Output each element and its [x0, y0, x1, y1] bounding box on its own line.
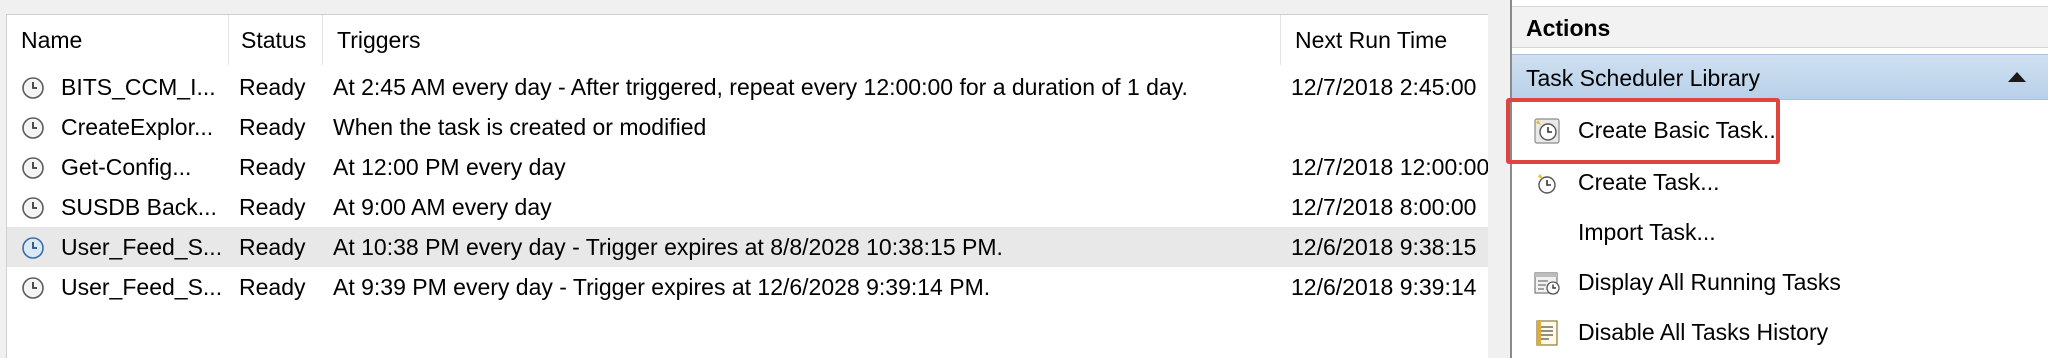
task-triggers: At 12:00 PM every day — [333, 154, 566, 180]
task-row[interactable]: BITS_CCM_I... Ready At 2:45 AM every day… — [7, 67, 1489, 107]
task-name: BITS_CCM_I... — [61, 74, 216, 100]
task-next-run-time: 12/7/2018 8:00:00 — [1291, 194, 1477, 220]
action-label: Create Task... — [1578, 169, 1720, 195]
task-triggers: When the task is created or modified — [333, 114, 707, 140]
column-header-next-run-time[interactable]: Next Run Time — [1281, 15, 1489, 65]
actions-header: Actions — [1512, 6, 2048, 48]
running-tasks-icon — [1534, 272, 1560, 295]
actions-pane: Actions Task Scheduler Library Create Ba… — [1510, 0, 2048, 358]
column-header-triggers[interactable]: Triggers — [323, 15, 1281, 65]
task-row[interactable]: User_Feed_S... Ready At 9:39 PM every da… — [7, 267, 1489, 307]
task-row-selected[interactable]: User_Feed_S... Ready At 10:38 PM every d… — [7, 227, 1489, 267]
task-next-run-time: 12/6/2018 9:39:14 — [1291, 274, 1477, 300]
task-name: CreateExplor... — [61, 114, 214, 140]
task-row[interactable]: SUSDB Back... Ready At 9:00 AM every day… — [7, 187, 1489, 227]
task-scheduler-window: Name Status Triggers Next Run Time BITS_… — [0, 0, 2048, 358]
task-status: Ready — [239, 194, 306, 220]
action-create-basic-task[interactable]: Create Basic Task... — [1512, 108, 2048, 152]
history-icon — [1536, 320, 1558, 346]
section-title: Task Scheduler Library — [1526, 65, 1760, 91]
task-next-run-time — [1291, 107, 1489, 147]
action-label: Display All Running Tasks — [1578, 269, 1841, 295]
action-create-task[interactable]: Create Task... — [1512, 160, 2048, 204]
action-label: Disable All Tasks History — [1578, 319, 1829, 345]
task-name: User_Feed_S... — [61, 274, 223, 300]
create-task-icon — [1538, 174, 1556, 194]
action-label: Create Basic Task... — [1578, 117, 1783, 143]
task-name: Get-Config... — [61, 154, 192, 180]
task-next-run-time: 12/7/2018 12:00:00 — [1291, 154, 1489, 180]
create-basic-task-icon — [1534, 118, 1560, 144]
task-status: Ready — [239, 74, 306, 100]
column-header-status[interactable]: Status — [229, 15, 323, 65]
task-clock-icon — [22, 237, 44, 259]
task-clock-icon — [22, 277, 44, 299]
task-row[interactable]: CreateExplor... Ready When the task is c… — [7, 107, 1489, 147]
task-clock-icon — [22, 77, 44, 99]
section-task-scheduler-library[interactable]: Task Scheduler Library — [1512, 54, 2048, 100]
action-label: Import Task... — [1578, 219, 1716, 245]
task-list-header: Name Status Triggers Next Run Time — [7, 15, 1489, 65]
column-header-name[interactable]: Name — [7, 15, 229, 65]
task-status: Ready — [239, 154, 306, 180]
task-clock-icon — [22, 157, 44, 179]
task-list: Name Status Triggers Next Run Time BITS_… — [6, 14, 1489, 358]
task-name: User_Feed_S... — [61, 234, 223, 260]
task-status: Ready — [239, 234, 306, 260]
task-triggers: At 9:00 AM every day — [333, 194, 552, 220]
action-display-all-running-tasks[interactable]: Display All Running Tasks — [1512, 260, 2048, 304]
task-clock-icon — [22, 197, 44, 219]
action-import-task[interactable]: Import Task... — [1512, 210, 2048, 254]
task-triggers: At 2:45 AM every day - After triggered, … — [333, 74, 1188, 100]
task-status: Ready — [239, 274, 306, 300]
action-disable-all-tasks-history[interactable]: Disable All Tasks History — [1512, 310, 2048, 354]
pane-splitter[interactable] — [1488, 14, 1508, 358]
task-next-run-time: 12/6/2018 9:38:15 — [1291, 234, 1477, 260]
task-triggers: At 9:39 PM every day - Trigger expires a… — [333, 274, 991, 300]
task-status: Ready — [239, 114, 306, 140]
task-row[interactable]: Get-Config... Ready At 12:00 PM every da… — [7, 147, 1489, 187]
collapse-arrow-icon[interactable] — [2008, 72, 2026, 82]
task-clock-icon — [22, 117, 44, 139]
task-next-run-time: 12/7/2018 2:45:00 — [1291, 74, 1477, 100]
task-name: SUSDB Back... — [61, 194, 217, 220]
task-triggers: At 10:38 PM every day - Trigger expires … — [333, 234, 1003, 260]
